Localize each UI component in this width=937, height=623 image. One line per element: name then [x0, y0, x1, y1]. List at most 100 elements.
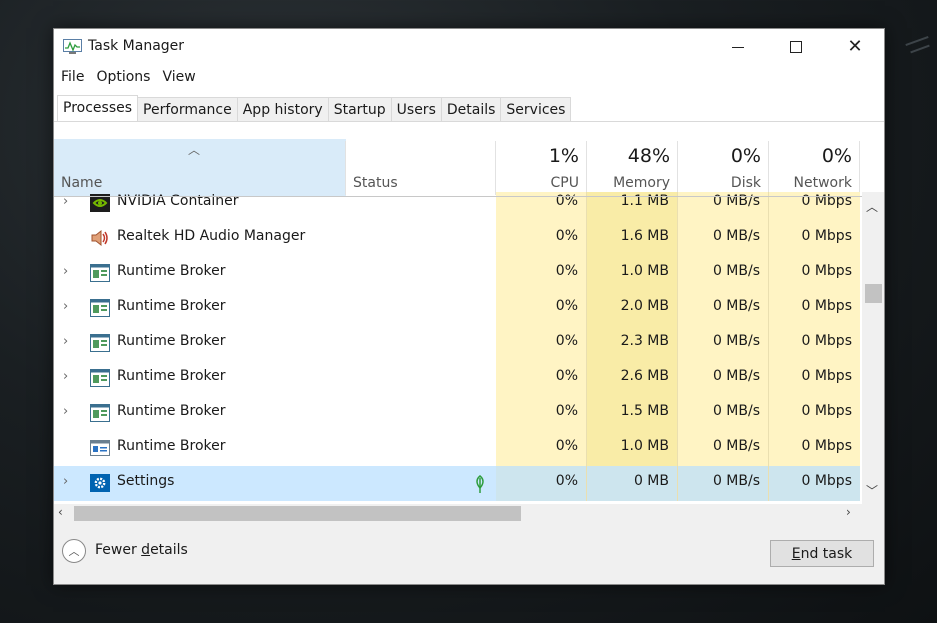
process-cpu: 0% [496, 361, 587, 396]
chevron-right-icon[interactable]: › [63, 404, 68, 419]
vertical-scroll-thumb[interactable] [865, 284, 882, 303]
tab-processes[interactable]: Processes [57, 95, 139, 122]
process-disk: 0 MB/s [678, 291, 769, 326]
process-network: 0 Mbps [769, 431, 860, 466]
process-name: Settings [117, 473, 175, 489]
title-bar[interactable]: Task Manager ✕ [54, 29, 884, 65]
process-name-cell[interactable]: › Runtime Broker [54, 396, 346, 431]
chevron-right-icon[interactable]: › [63, 474, 68, 489]
tab-strip: Processes Performance App history Startu… [57, 95, 572, 122]
process-name-cell[interactable]: › Runtime Broker [54, 291, 346, 326]
process-row[interactable]: › Runtime Broker 0% 2.3 MB 0 MB/s 0 Mbps [54, 326, 862, 361]
column-disk[interactable]: 0% Disk [678, 139, 769, 197]
process-status-cell [346, 466, 496, 501]
process-row[interactable]: › Runtime Broker 0% 1.5 MB 0 MB/s 0 Mbps [54, 396, 862, 431]
process-name-cell[interactable]: Runtime Broker [54, 431, 346, 466]
process-network: 0 Mbps [769, 326, 860, 361]
column-disk-label: Disk [730, 175, 761, 191]
footer: ︿ Fewer details End task [54, 523, 884, 584]
scroll-right-icon[interactable]: › [846, 505, 851, 519]
process-name-cell[interactable]: › Runtime Broker [54, 361, 346, 396]
memory-total: 48% [627, 145, 670, 167]
process-row[interactable]: › Settings 0% 0 MB 0 MB/s 0 Mbps [54, 466, 862, 501]
fewer-details-link[interactable]: Fewer details [95, 542, 188, 558]
process-name: Runtime Broker [117, 368, 226, 384]
column-network[interactable]: 0% Network [769, 139, 860, 197]
tab-performance[interactable]: Performance [138, 97, 238, 122]
chevron-right-icon[interactable]: › [63, 334, 68, 349]
process-disk: 0 MB/s [678, 466, 769, 501]
scroll-left-icon[interactable]: ‹ [58, 505, 63, 519]
chevron-up-circle-icon[interactable]: ︿ [62, 539, 86, 563]
menu-options[interactable]: Options [90, 67, 156, 91]
column-name-label: Name [61, 175, 103, 191]
network-total: 0% [821, 145, 852, 167]
column-cpu[interactable]: 1% CPU [496, 139, 587, 197]
process-status-cell [346, 256, 496, 291]
process-name: Runtime Broker [117, 333, 226, 349]
tab-app-history[interactable]: App history [237, 97, 329, 122]
process-name-cell[interactable]: › Settings [54, 466, 346, 501]
sort-ascending-icon: ︿ [188, 143, 201, 157]
process-memory: 1.0 MB [587, 256, 678, 291]
process-row[interactable]: Realtek HD Audio Manager 0% 1.6 MB 0 MB/s 0 … [54, 221, 862, 256]
column-memory[interactable]: 48% Memory [587, 139, 678, 197]
maximize-button[interactable] [767, 29, 825, 65]
process-row[interactable]: › Runtime Broker 0% 2.0 MB 0 MB/s 0 Mbps [54, 291, 862, 326]
tab-services[interactable]: Services [501, 97, 572, 122]
tab-details[interactable]: Details [441, 97, 502, 122]
minimize-button[interactable] [709, 29, 767, 65]
process-cpu: 0% [496, 431, 587, 466]
header-divider [54, 196, 862, 197]
tab-divider [54, 121, 884, 122]
horizontal-scroll-thumb[interactable] [74, 506, 521, 521]
menu-file[interactable]: File [54, 67, 90, 91]
process-row[interactable]: Runtime Broker 0% 1.0 MB 0 MB/s 0 Mbps [54, 431, 862, 466]
process-status-cell [346, 361, 496, 396]
process-name: Realtek HD Audio Manager [117, 228, 306, 244]
process-cpu: 0% [496, 291, 587, 326]
menu-bar: File Options View [54, 67, 202, 91]
process-memory: 2.3 MB [587, 326, 678, 361]
process-name-cell[interactable]: › Runtime Broker [54, 326, 346, 361]
column-cpu-label: CPU [550, 175, 579, 191]
scroll-down-icon[interactable]: ﹀ [866, 482, 878, 499]
process-row[interactable]: › Runtime Broker 0% 1.0 MB 0 MB/s 0 Mbps [54, 256, 862, 291]
end-task-button[interactable]: End task [770, 540, 874, 567]
process-status-cell [346, 291, 496, 326]
vertical-scrollbar[interactable]: ︿ ﹀ [862, 192, 884, 504]
tab-startup[interactable]: Startup [328, 97, 392, 122]
horizontal-scrollbar[interactable]: ‹ › [54, 504, 884, 523]
close-button[interactable]: ✕ [826, 29, 884, 65]
process-name: Runtime Broker [117, 298, 226, 314]
process-status-cell [346, 396, 496, 431]
column-status[interactable]: Status [346, 139, 496, 197]
chevron-right-icon[interactable]: › [63, 264, 68, 279]
column-name[interactable]: ︿ Name [54, 139, 346, 197]
process-network: 0 Mbps [769, 396, 860, 431]
process-name-cell[interactable]: Realtek HD Audio Manager [54, 221, 346, 256]
process-row[interactable]: › Runtime Broker 0% 2.6 MB 0 MB/s 0 Mbps [54, 361, 862, 396]
process-disk: 0 MB/s [678, 326, 769, 361]
process-cpu: 0% [496, 326, 587, 361]
close-icon: ✕ [847, 36, 863, 57]
tab-users[interactable]: Users [391, 97, 442, 122]
process-disk: 0 MB/s [678, 396, 769, 431]
process-memory: 2.6 MB [587, 361, 678, 396]
process-status-cell [346, 431, 496, 466]
disk-total: 0% [730, 145, 761, 167]
task-manager-window: Task Manager ✕ File Options View Process… [53, 28, 885, 585]
process-disk: 0 MB/s [678, 221, 769, 256]
process-status-cell [346, 326, 496, 361]
process-memory: 0 MB [587, 466, 678, 501]
chevron-right-icon[interactable]: › [63, 369, 68, 384]
column-network-label: Network [793, 175, 852, 191]
process-name-cell[interactable]: › Runtime Broker [54, 256, 346, 291]
process-memory: 1.5 MB [587, 396, 678, 431]
scroll-up-icon[interactable]: ︿ [866, 198, 878, 215]
chevron-right-icon[interactable]: › [63, 299, 68, 314]
process-memory: 1.0 MB [587, 431, 678, 466]
process-name: Runtime Broker [117, 438, 226, 454]
menu-view[interactable]: View [156, 67, 201, 91]
process-list: › NVIDIA Container 0% 1.1 MB 0 MB/s 0 Mbps Rea… [54, 192, 862, 504]
